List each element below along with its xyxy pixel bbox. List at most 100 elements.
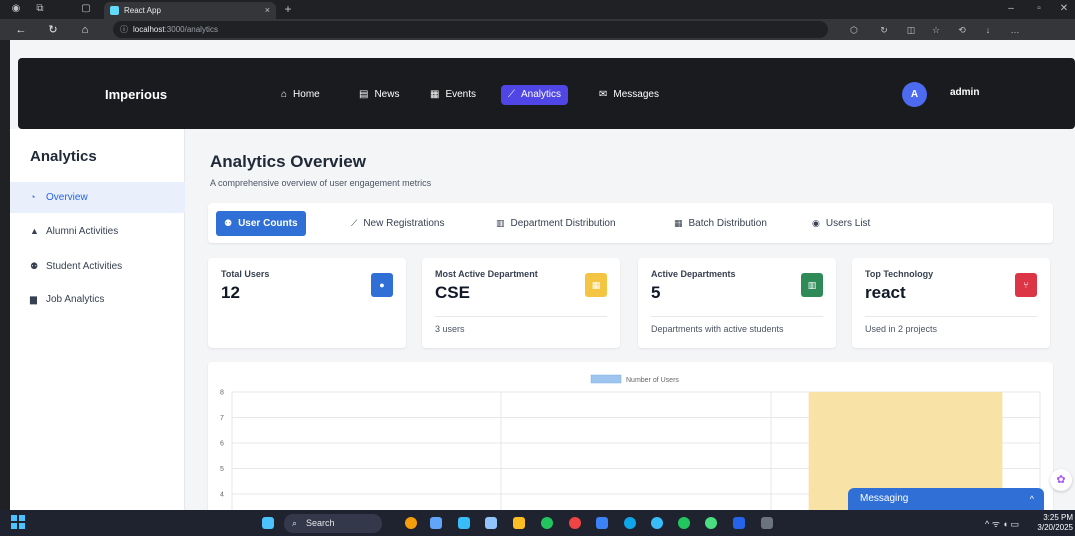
search-label: Search (306, 518, 335, 528)
messaging-panel-toggle[interactable]: Messaging ^ (848, 488, 1044, 510)
tab-users-list[interactable]: ◉ Users List (804, 211, 878, 236)
close-tab-icon[interactable]: × (265, 2, 270, 19)
avatar[interactable]: A (902, 82, 927, 107)
back-icon[interactable]: ← (14, 23, 28, 37)
sidebar-item-student-activities[interactable]: ⚉ Student Activities (10, 251, 185, 282)
browser-tab[interactable]: React App × (104, 2, 276, 19)
code-branch-icon: ⑂ (1015, 273, 1037, 297)
stat-footer: 3 users (435, 324, 465, 334)
stat-footer: Used in 2 projects (865, 324, 938, 334)
close-window-icon[interactable]: ✕ (1058, 3, 1070, 15)
refresh-icon[interactable]: ↻ (46, 23, 60, 37)
word-icon[interactable] (733, 517, 745, 529)
store-icon[interactable] (485, 517, 497, 529)
tab-department-distribution[interactable]: ▥ Department Distribution (488, 211, 624, 236)
tab-new-registrations[interactable]: ⟋ New Registrations (343, 211, 452, 236)
whatsapp-icon[interactable] (705, 517, 717, 529)
refresh-page-icon[interactable]: ↻ (877, 23, 891, 37)
nav-news[interactable]: ▤ News (352, 85, 406, 105)
nav-events[interactable]: ▦ Events (423, 85, 483, 105)
nav-messages[interactable]: ✉ Messages (592, 85, 666, 105)
site-info-icon[interactable]: ⓘ (120, 21, 128, 38)
divider (435, 316, 607, 317)
divider (865, 316, 1037, 317)
address-bar[interactable]: ⓘ localhost:3000/analytics (113, 21, 828, 38)
copilot-icon[interactable]: ✿ (1050, 469, 1072, 491)
browser-profile-icon[interactable]: ◉ (10, 3, 22, 15)
users-icon: ⚉ (224, 218, 233, 228)
vscode-icon[interactable] (596, 517, 608, 529)
url-path: :3000/analytics (164, 25, 218, 34)
extensions-icon[interactable]: ⬡ (847, 23, 861, 37)
chart-line-icon: ⟋ (508, 89, 515, 100)
clock-time: 3:25 PM (1043, 513, 1073, 522)
stat-value: 12 (221, 283, 240, 302)
favorites-icon[interactable]: ☆ (929, 23, 943, 37)
sidebar-item-job-analytics[interactable]: ▆ Job Analytics (10, 284, 185, 315)
stat-card-most-active-department: Most Active Department CSE ▦ 3 users (422, 258, 620, 348)
stat-card-active-departments: Active Departments 5 ▥ Departments with … (638, 258, 836, 348)
tab-label: Users List (825, 218, 871, 229)
clock-date: 3/20/2025 (1037, 523, 1073, 532)
start-menu-icon[interactable] (262, 517, 274, 529)
stat-label: Most Active Department (435, 269, 538, 279)
tab-label: Department Distribution (510, 218, 616, 229)
os-taskbar: ⌕ Search ^ ᯤ ◖ ▭ 3:25 PM 3/20/2025 (0, 510, 1075, 536)
windows-start-icon[interactable] (11, 515, 26, 530)
y-tick-label: 5 (220, 466, 224, 473)
system-tray[interactable]: ^ ᯤ ◖ ▭ (985, 517, 1019, 530)
tab-batch-distribution[interactable]: ▦ Batch Distribution (666, 211, 775, 236)
taskbar-search[interactable]: ⌕ Search (284, 514, 382, 533)
file-explorer-icon[interactable] (513, 517, 525, 529)
nav-analytics[interactable]: ⟋ Analytics (501, 85, 569, 105)
chrome-icon[interactable] (541, 517, 553, 529)
legend-swatch[interactable] (590, 374, 622, 384)
analytics-tabs: ⚉ User Counts ⟋ New Registrations ▥ Departm… (208, 203, 1053, 243)
spotify-icon[interactable] (678, 517, 690, 529)
brand-logo[interactable]: Imperious (105, 87, 167, 102)
more-icon[interactable]: … (1008, 23, 1022, 37)
newspaper-icon: ▤ (359, 89, 369, 100)
nav-home-label: Home (293, 89, 320, 100)
tab-label: Batch Distribution (688, 218, 767, 229)
sidebar-item-label: Overview (46, 192, 88, 203)
nav-messages-label: Messages (613, 89, 659, 100)
tab-label: New Registrations (363, 218, 445, 229)
terminal-icon[interactable] (761, 517, 773, 529)
sidebar-item-label: Alumni Activities (46, 226, 119, 237)
edge-icon[interactable] (458, 517, 470, 529)
web-page: Imperious ⌂ Home ▤ News ▦ Events ⟋ Analytics… (10, 40, 1075, 510)
sidebar-item-alumni-activities[interactable]: ▲ Alumni Activities (10, 216, 185, 247)
y-tick-label: 8 (220, 390, 224, 397)
university-icon: ▥ (801, 273, 823, 297)
page-title: Analytics Overview (210, 152, 366, 171)
envelope-icon: ✉ (599, 89, 608, 100)
users-icon: ⚉ (30, 261, 39, 271)
username[interactable]: admin (950, 87, 979, 98)
stat-card-top-technology: Top Technology react ⑂ Used in 2 project… (852, 258, 1050, 348)
tab-user-counts[interactable]: ⚉ User Counts (216, 211, 306, 236)
nav-home[interactable]: ⌂ Home (274, 85, 327, 105)
tab-actions-icon[interactable]: ▢ (80, 3, 92, 15)
telegram-icon[interactable] (651, 517, 663, 529)
chevron-up-icon[interactable]: ^ (1030, 488, 1034, 510)
restore-icon[interactable]: ▫ (1033, 3, 1045, 15)
clock[interactable]: 3:25 PM 3/20/2025 (1037, 513, 1073, 533)
new-tab-button[interactable]: + (282, 3, 294, 15)
history-icon[interactable]: ⟲ (955, 23, 969, 37)
divider (651, 316, 823, 317)
legend-label: Number of Users (626, 377, 679, 384)
workspaces-icon[interactable]: ⧉ (34, 3, 46, 15)
sidebar-item-label: Student Activities (46, 261, 123, 272)
downloads-icon[interactable]: ↓ (981, 23, 995, 37)
split-screen-icon[interactable]: ◫ (904, 23, 918, 37)
task-view-icon[interactable] (430, 517, 442, 529)
sidebar-item-label: Job Analytics (46, 294, 105, 305)
widgets-icon[interactable] (405, 517, 417, 529)
opera-icon[interactable] (569, 517, 581, 529)
nav-analytics-label: Analytics (521, 89, 562, 100)
home-icon[interactable]: ⌂ (78, 23, 92, 37)
browser-icon[interactable] (624, 517, 636, 529)
sidebar-item-overview[interactable]: ◔ Overview (10, 182, 185, 213)
minimize-icon[interactable]: – (1005, 3, 1017, 15)
